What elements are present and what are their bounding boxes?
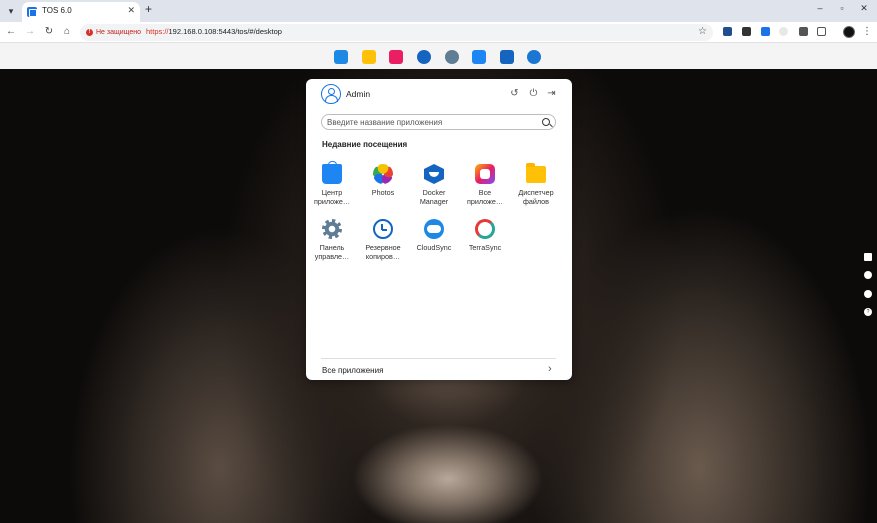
user-avatar-icon[interactable] [321,84,341,104]
forward-arrow-icon[interactable]: → [23,25,37,39]
home-icon[interactable]: ⌂ [60,25,74,39]
new-tab-button[interactable]: + [145,2,152,16]
browser-toolbar: ← → ↻ ⌂ ! Не защищено https://192.168.0.… [0,22,877,43]
warning-icon: ! [86,29,93,36]
search-icon[interactable] [542,118,550,126]
extensions-puzzle-icon[interactable] [817,27,826,36]
logout-icon[interactable]: ⇥ [546,88,557,99]
tos-favicon-icon [27,7,37,17]
dock-backup-icon[interactable] [417,50,431,64]
app-label: Photos [371,188,395,197]
tab-title: TOS 6.0 [42,6,72,15]
security-chip[interactable]: ! Не защищено [86,27,141,38]
extension-5-icon[interactable] [799,27,808,36]
browser-menu-icon[interactable]: ⋮ [860,25,874,39]
tos-dock [0,43,877,69]
insecure-label: Не защищено [96,29,141,36]
extension-2-icon[interactable] [742,27,751,36]
app-label: Диспетчер файлов [518,188,554,206]
dock-support-icon[interactable] [527,50,541,64]
app-label: Все приложе… [466,188,504,206]
start-menu-panel: Admin ↺ ⏻ ⇥ Недавние посещения Центр при… [306,79,572,380]
app-tile-docker-manager[interactable]: Docker Manager [411,164,457,212]
dock-control-panel-icon[interactable] [334,50,348,64]
app-center-icon [322,161,342,184]
user-name[interactable]: Admin [346,89,370,99]
app-label: Docker Manager [419,188,449,206]
extension-3-icon[interactable] [761,27,770,36]
notification-bell-icon[interactable] [864,290,872,298]
cloudsync-icon [424,219,444,239]
settings-icon [322,219,342,239]
app-label: Центр приложе… [313,188,351,206]
restart-icon[interactable]: ↺ [509,88,520,99]
docker-icon [424,164,444,184]
app-label: Панель управле… [314,243,350,261]
browser-tab-bar: ▾ TOS 6.0 ✕ + – ▫ ✕ [0,0,877,22]
app-tile-cloudsync[interactable]: CloudSync [411,219,457,267]
extension-1-icon[interactable] [723,27,732,36]
app-tile-backup[interactable]: Резервное копиров… [360,219,406,267]
app-tile-app-center[interactable]: Центр приложе… [309,161,355,212]
all-apps-icon [475,164,495,184]
message-icon[interactable] [864,271,872,279]
photos-icon [373,164,393,184]
power-icon[interactable]: ⏻ [528,88,539,99]
dock-app-center-icon[interactable] [472,50,486,64]
profile-avatar[interactable] [843,26,855,38]
app-label: CloudSync [416,243,452,252]
dock-settings-icon[interactable] [445,50,459,64]
app-search-input[interactable] [327,116,537,128]
backup-icon [373,219,393,239]
address-bar[interactable]: ! Не защищено https://192.168.0.108:5443… [80,24,713,41]
dock-docker-icon[interactable] [500,50,514,64]
file-manager-icon [526,163,546,183]
help-icon[interactable]: ? [864,308,872,316]
all-apps-link[interactable]: Все приложения [322,366,383,375]
app-tile-photos[interactable]: Photos [360,164,406,212]
maximize-button[interactable]: ▫ [835,3,849,13]
recent-section-title: Недавние посещения [322,140,408,149]
app-tile-control-panel[interactable]: Панель управле… [309,219,355,267]
chevron-right-icon[interactable]: › [548,363,552,375]
close-window-button[interactable]: ✕ [857,3,871,14]
terrasync-icon [475,219,495,239]
app-tile-file-manager[interactable]: Диспетчер файлов [513,163,559,212]
app-tile-terrasync[interactable]: TerraSync [462,219,508,267]
app-tile-all-apps[interactable]: Все приложе… [462,164,508,212]
divider [321,358,556,359]
tab-search-chevron-icon[interactable]: ▾ [4,4,18,18]
app-search-box [321,114,556,130]
app-label: Резервное копиров… [365,243,401,261]
widget-icon[interactable] [864,253,872,261]
dock-file-manager-icon[interactable] [362,50,376,64]
minimize-button[interactable]: – [813,3,827,13]
bookmark-star-icon[interactable]: ☆ [698,26,707,37]
reload-icon[interactable]: ↻ [42,25,56,39]
tab-close-icon[interactable]: ✕ [127,5,135,16]
url-text[interactable]: https://192.168.0.108:5443/tos/#/desktop [146,27,282,36]
app-label: TerraSync [468,243,502,252]
back-arrow-icon[interactable]: ← [4,25,18,39]
browser-tab[interactable]: TOS 6.0 ✕ [22,2,140,22]
dock-all-apps-icon[interactable] [389,50,403,64]
extension-4-icon[interactable] [779,27,788,36]
